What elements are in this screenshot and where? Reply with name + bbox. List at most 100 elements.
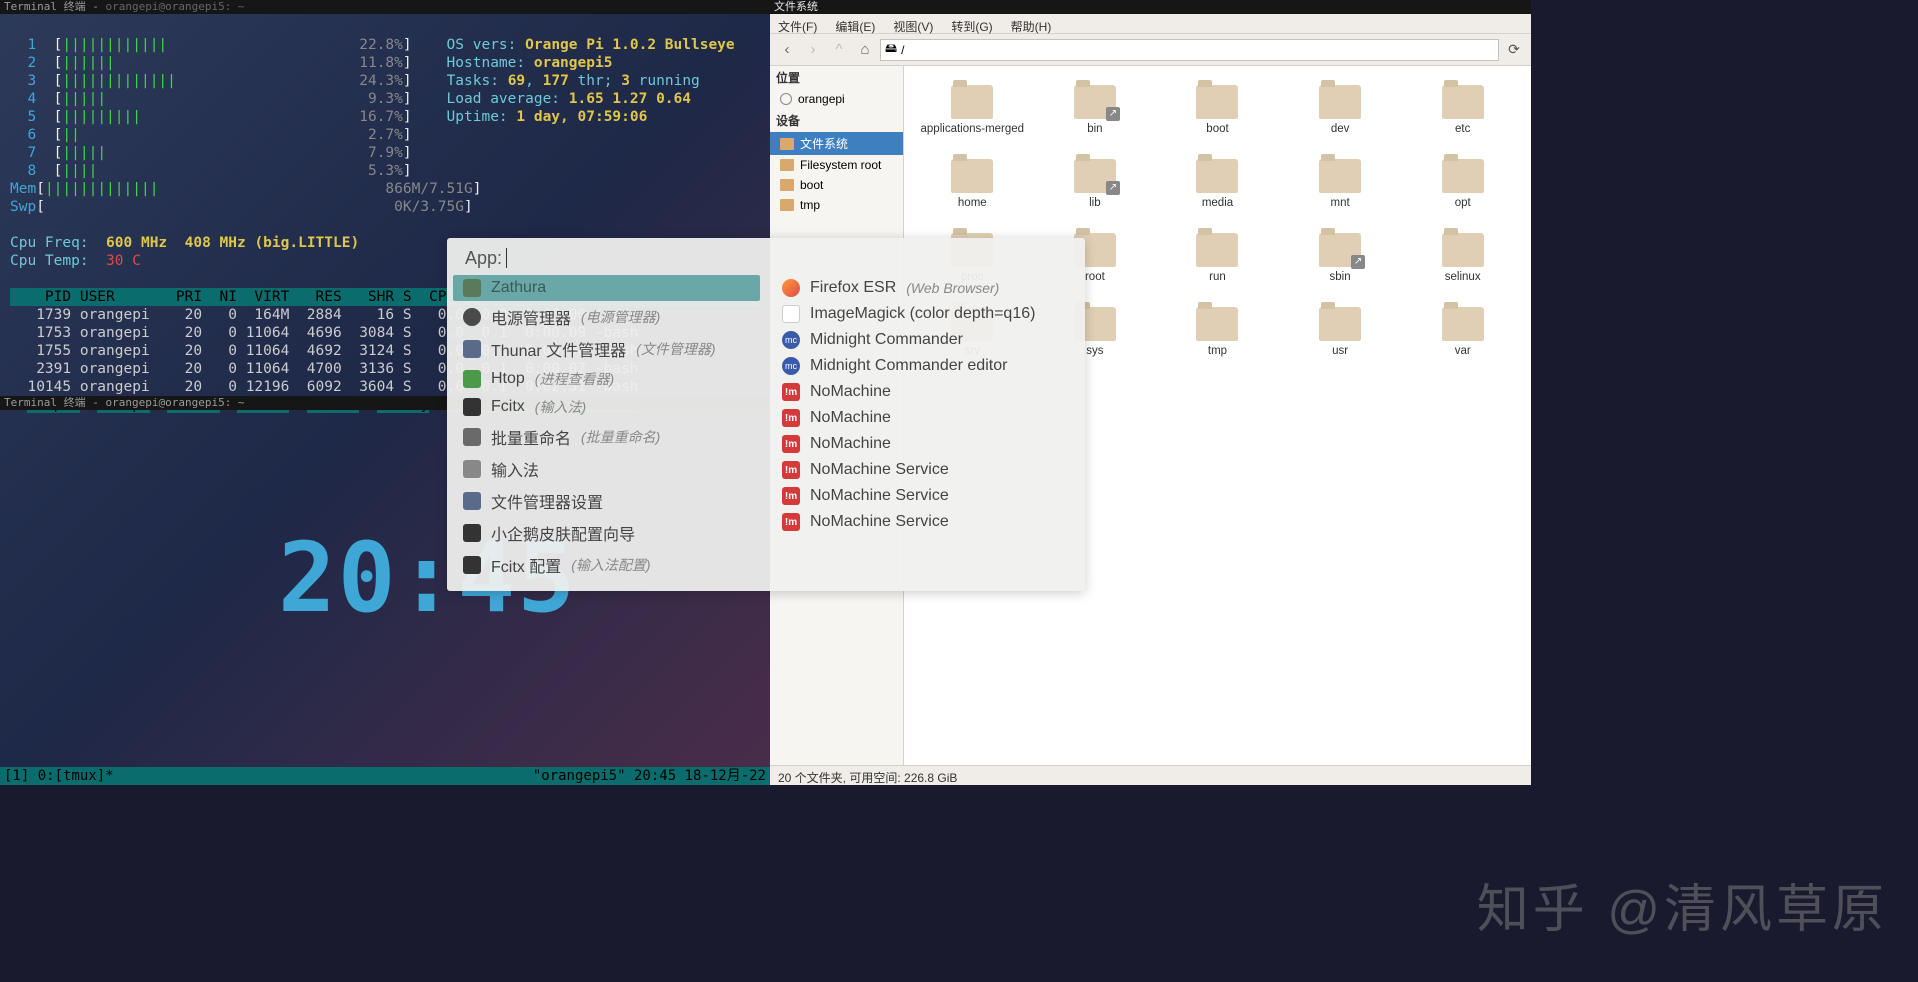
launcher-app-item[interactable]: 批量重命名 (批量重命名) bbox=[447, 421, 766, 453]
drive-icon bbox=[780, 159, 794, 171]
launcher-app-item[interactable]: Fcitx 配置 (输入法配置) bbox=[447, 549, 766, 581]
zathura-icon bbox=[463, 279, 481, 297]
folder-label: selinux bbox=[1445, 271, 1481, 283]
folder-item[interactable]: media bbox=[1157, 148, 1278, 220]
app-name: 小企鹅皮肤配置向导 bbox=[491, 521, 635, 545]
launcher-app-item[interactable]: Thunar 文件管理器 (文件管理器) bbox=[447, 333, 766, 365]
folder-icon bbox=[1074, 85, 1116, 119]
sidebar-device[interactable]: 文件系统 bbox=[770, 132, 903, 155]
mc-icon: mc bbox=[782, 331, 800, 349]
menu-item[interactable]: 帮助(H) bbox=[1011, 20, 1052, 34]
app-launcher[interactable]: App: Zathura电源管理器 (电源管理器)Thunar 文件管理器 (文… bbox=[447, 238, 1085, 591]
path-text: / bbox=[901, 43, 904, 57]
folder-item[interactable]: sbin bbox=[1280, 222, 1401, 294]
folder-label: opt bbox=[1455, 197, 1471, 209]
menu-item[interactable]: 视图(V) bbox=[893, 20, 933, 34]
folder-label: usr bbox=[1332, 345, 1348, 357]
launcher-app-item[interactable]: ImageMagick (color depth=q16) bbox=[766, 301, 1085, 327]
folder-item[interactable]: tmp bbox=[1157, 296, 1278, 368]
folder-item[interactable]: etc bbox=[1402, 74, 1523, 146]
folder-item[interactable]: selinux bbox=[1402, 222, 1523, 294]
launcher-input[interactable]: App: bbox=[447, 238, 1085, 275]
launcher-left-column: Zathura电源管理器 (电源管理器)Thunar 文件管理器 (文件管理器)… bbox=[447, 275, 766, 581]
menu-item[interactable]: 编辑(E) bbox=[835, 20, 875, 34]
folder-item[interactable]: lib bbox=[1035, 148, 1156, 220]
path-bar[interactable]: 🖴 / bbox=[880, 39, 1499, 61]
folder-item[interactable]: opt bbox=[1402, 148, 1523, 220]
sidebar-place[interactable]: orangepi bbox=[770, 89, 903, 109]
launcher-app-item[interactable]: Zathura bbox=[453, 275, 760, 301]
folder-item[interactable]: usr bbox=[1280, 296, 1401, 368]
folder-item[interactable]: dev bbox=[1280, 74, 1401, 146]
up-button[interactable]: ^ bbox=[828, 39, 850, 61]
app-name: ImageMagick (color depth=q16) bbox=[810, 305, 1035, 323]
fcitx-icon bbox=[463, 398, 481, 416]
imagick-icon bbox=[782, 305, 800, 323]
launcher-app-item[interactable]: 电源管理器 (电源管理器) bbox=[447, 301, 766, 333]
nm-icon: !m bbox=[782, 383, 800, 401]
launcher-app-item[interactable]: !mNoMachine Service bbox=[766, 457, 1085, 483]
app-name: 输入法 bbox=[491, 457, 539, 481]
sidebar-device[interactable]: Filesystem root bbox=[770, 155, 903, 175]
app-name: Fcitx bbox=[491, 398, 525, 416]
folder-label: var bbox=[1455, 345, 1471, 357]
folder-icon bbox=[1442, 85, 1484, 119]
launcher-app-item[interactable]: Fcitx (输入法) bbox=[447, 393, 766, 421]
folder-item[interactable]: boot bbox=[1157, 74, 1278, 146]
app-sub: (电源管理器) bbox=[581, 307, 660, 327]
refresh-button[interactable]: ⟳ bbox=[1503, 39, 1525, 61]
menu-item[interactable]: 转到(G) bbox=[951, 20, 992, 34]
launcher-app-item[interactable]: !mNoMachine Service bbox=[766, 483, 1085, 509]
folder-icon bbox=[1196, 307, 1238, 341]
folder-item[interactable]: bin bbox=[1035, 74, 1156, 146]
drive-icon bbox=[780, 199, 794, 211]
back-button[interactable]: ‹ bbox=[776, 39, 798, 61]
app-name: Thunar 文件管理器 bbox=[491, 337, 626, 361]
drive-icon: 🖴 bbox=[885, 39, 897, 60]
folder-item[interactable]: var bbox=[1402, 296, 1523, 368]
fm-toolbar: ‹ › ^ ⌂ 🖴 / ⟳ bbox=[770, 34, 1531, 66]
tmux-left: [1] 0:[tmux]* bbox=[4, 768, 114, 784]
app-name: NoMachine Service bbox=[810, 513, 949, 531]
fm-titlebar: 文件系统 bbox=[770, 0, 1531, 14]
app-name: Htop bbox=[491, 370, 525, 388]
folder-label: sys bbox=[1086, 345, 1103, 357]
launcher-app-item[interactable]: 文件管理器设置 bbox=[447, 485, 766, 517]
drive-icon bbox=[780, 179, 794, 191]
launcher-app-item[interactable]: 输入法 bbox=[447, 453, 766, 485]
launcher-app-item[interactable]: !mNoMachine Service bbox=[766, 509, 1085, 535]
folder-label: sbin bbox=[1330, 271, 1351, 283]
launcher-app-item[interactable]: 小企鹅皮肤配置向导 bbox=[447, 517, 766, 549]
app-name: 文件管理器设置 bbox=[491, 489, 603, 513]
menu-item[interactable]: 文件(F) bbox=[778, 20, 817, 34]
folder-label: lib bbox=[1089, 197, 1101, 209]
launcher-app-item[interactable]: Firefox ESR (Web Browser) bbox=[766, 275, 1085, 301]
mc-icon: mc bbox=[782, 357, 800, 375]
sidebar-places-header: 位置 bbox=[770, 66, 903, 89]
home-button[interactable]: ⌂ bbox=[854, 39, 876, 61]
folder-label: home bbox=[958, 197, 987, 209]
sidebar-device[interactable]: tmp bbox=[770, 195, 903, 215]
htop-icon bbox=[463, 370, 481, 388]
folder-item[interactable]: home bbox=[912, 148, 1033, 220]
folder-item[interactable]: mnt bbox=[1280, 148, 1401, 220]
fm-menubar[interactable]: 文件(F) 编辑(E) 视图(V) 转到(G) 帮助(H) bbox=[770, 14, 1531, 34]
folder-label: applications-merged bbox=[921, 123, 1025, 135]
sidebar-device[interactable]: boot bbox=[770, 175, 903, 195]
launcher-app-item[interactable]: Htop (进程查看器) bbox=[447, 365, 766, 393]
folder-item[interactable]: applications-merged bbox=[912, 74, 1033, 146]
nm-icon: !m bbox=[782, 461, 800, 479]
folder-icon bbox=[1442, 233, 1484, 267]
app-sub: (进程查看器) bbox=[535, 369, 614, 389]
launcher-app-item[interactable]: mcMidnight Commander editor bbox=[766, 353, 1085, 379]
launcher-app-item[interactable]: !mNoMachine bbox=[766, 379, 1085, 405]
launcher-app-item[interactable]: !mNoMachine bbox=[766, 431, 1085, 457]
launcher-app-item[interactable]: mcMidnight Commander bbox=[766, 327, 1085, 353]
app-sub: (文件管理器) bbox=[636, 339, 715, 359]
folder-icon bbox=[1196, 233, 1238, 267]
forward-button[interactable]: › bbox=[802, 39, 824, 61]
folder-item[interactable]: run bbox=[1157, 222, 1278, 294]
launcher-app-item[interactable]: !mNoMachine bbox=[766, 405, 1085, 431]
thunar-icon bbox=[463, 340, 481, 358]
folder-label: tmp bbox=[1208, 345, 1227, 357]
